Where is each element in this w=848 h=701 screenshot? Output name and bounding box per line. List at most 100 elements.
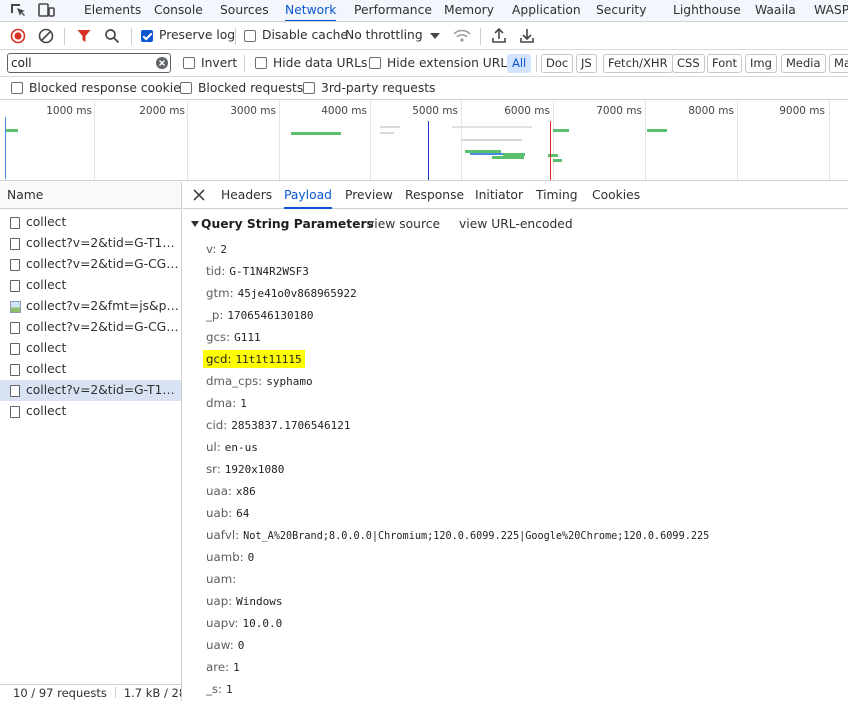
waterfall-bar [291, 132, 341, 135]
blocked-requests-checkbox[interactable] [180, 82, 192, 94]
tab-wasp[interactable]: WASP [814, 0, 848, 21]
filter-type-js[interactable]: JS [576, 54, 597, 73]
options-bar: Blocked response cookies Blocked request… [0, 77, 848, 100]
tab-sources[interactable]: Sources [220, 0, 269, 21]
blocked-requests-label[interactable]: Blocked requests [198, 81, 303, 95]
document-icon [10, 259, 20, 271]
view-source-link[interactable]: view source [367, 217, 440, 231]
clear-filter-icon[interactable] [155, 56, 169, 70]
third-party-requests-checkbox[interactable] [303, 82, 315, 94]
record-icon[interactable] [10, 28, 26, 44]
request-row[interactable]: collect [0, 401, 181, 422]
status-bar: 10 / 97 requests 1.7 kB / 28.8 kB [0, 684, 181, 701]
blocked-response-cookies-label[interactable]: Blocked response cookies [29, 81, 187, 95]
network-conditions-icon[interactable] [453, 28, 471, 44]
filter-input[interactable] [7, 53, 171, 73]
tab-application[interactable]: Application [512, 0, 581, 21]
tab-performance[interactable]: Performance [354, 0, 432, 21]
filter-type-fetch-xhr[interactable]: Fetch/XHR [603, 54, 673, 73]
request-row[interactable]: collect?v=2&tid=G-CGKC9SBT2E&gtm=45je41o… [0, 254, 181, 275]
hide-extension-urls-checkbox[interactable] [369, 57, 381, 69]
query-param: ul: en-us [206, 438, 258, 456]
view-url-encoded-link[interactable]: view URL-encoded [459, 217, 573, 231]
param-key: uam: [206, 572, 237, 586]
dom-content-loaded-line [428, 121, 429, 180]
tab-console[interactable]: Console [154, 0, 203, 21]
third-party-requests-label[interactable]: 3rd-party requests [321, 81, 435, 95]
tab-network[interactable]: Network [285, 0, 337, 21]
filter-icon[interactable] [76, 28, 92, 44]
filter-type-font[interactable]: Font [707, 54, 743, 73]
tab-lighthouse[interactable]: Lighthouse [673, 0, 741, 21]
clear-icon[interactable] [38, 28, 54, 44]
request-row[interactable]: collect?v=2&tid=G-CGKC9SBT2E&gtm=45je41o… [0, 317, 181, 338]
preserve-log-label[interactable]: Preserve log [159, 28, 235, 42]
hide-extension-urls-label[interactable]: Hide extension URLs [387, 56, 514, 70]
tab-initiator[interactable]: Initiator [475, 182, 523, 209]
invert-checkbox[interactable] [183, 57, 195, 69]
disable-cache-label[interactable]: Disable cache [262, 28, 348, 42]
search-icon[interactable] [104, 28, 120, 44]
param-key: dma: [206, 396, 237, 410]
tab-headers[interactable]: Headers [221, 182, 272, 209]
document-icon [10, 364, 20, 376]
inspect-element-icon[interactable] [9, 2, 27, 18]
filter-type-manifest[interactable]: Ma [829, 54, 848, 73]
filter-type-css[interactable]: CSS [672, 54, 705, 73]
query-string-section-toggle[interactable]: Query String Parameters [191, 217, 374, 231]
query-param: dma: 1 [206, 394, 247, 412]
param-key: tid: [206, 264, 226, 278]
hide-data-urls-label[interactable]: Hide data URLs [273, 56, 367, 70]
request-row[interactable]: collect [0, 359, 181, 380]
network-overview[interactable]: 1000 ms 2000 ms 3000 ms 4000 ms 5000 ms … [0, 101, 848, 181]
filter-type-all[interactable]: All [507, 54, 532, 73]
filter-type-doc[interactable]: Doc [541, 54, 574, 73]
tab-preview[interactable]: Preview [345, 182, 393, 209]
chevron-down-icon[interactable] [430, 33, 440, 40]
request-row[interactable]: collect [0, 212, 181, 233]
request-row[interactable]: collect [0, 275, 181, 296]
disable-cache-checkbox[interactable] [244, 30, 256, 42]
query-param: uaw: 0 [206, 636, 244, 654]
grid-line [645, 101, 646, 180]
waterfall-bar [492, 156, 524, 159]
tab-cookies[interactable]: Cookies [592, 182, 640, 209]
request-list: Name collect collect?v=2&tid=G-T1N4R2WSF… [0, 182, 182, 701]
request-name: collect?v=2&tid=G-T1N4R2WSF3&gtm=45je41o… [26, 383, 181, 397]
request-row[interactable]: collect?v=2&tid=G-T1N4R2WSF3&gtm=45je41o… [0, 233, 181, 254]
request-row[interactable]: collect [0, 338, 181, 359]
tab-waaila[interactable]: Waaila [755, 0, 796, 21]
tab-memory[interactable]: Memory [444, 0, 494, 21]
tab-payload[interactable]: Payload [284, 182, 332, 209]
grid-line [94, 101, 95, 180]
waterfall-bar [5, 117, 6, 179]
preserve-log-checkbox[interactable] [141, 30, 153, 42]
tab-security[interactable]: Security [596, 0, 647, 21]
param-value: 0 [237, 639, 245, 652]
close-icon[interactable] [192, 188, 206, 202]
param-key: uap: [206, 594, 233, 608]
request-row-selected[interactable]: collect?v=2&tid=G-T1N4R2WSF3&gtm=45je41o… [0, 380, 181, 401]
invert-label[interactable]: Invert [201, 56, 237, 70]
import-har-icon[interactable] [491, 27, 507, 44]
document-icon [10, 217, 20, 229]
grid-line [279, 101, 280, 180]
blocked-response-cookies-checkbox[interactable] [11, 82, 23, 94]
tab-elements[interactable]: Elements [84, 0, 141, 21]
hide-data-urls-checkbox[interactable] [255, 57, 267, 69]
filter-type-img[interactable]: Img [745, 54, 777, 73]
param-key: are: [206, 660, 230, 674]
param-value: G111 [234, 331, 261, 344]
tick-label: 9000 ms [779, 105, 825, 117]
name-column-header[interactable]: Name [0, 182, 181, 209]
query-param: uapv: 10.0.0 [206, 614, 282, 632]
device-toolbar-icon[interactable] [37, 2, 55, 18]
throttling-select[interactable]: No throttling [345, 28, 423, 42]
request-row[interactable]: collect?v=2&fmt=js&pid=123456 [0, 296, 181, 317]
param-value: syphamo [266, 375, 313, 388]
tab-response[interactable]: Response [405, 182, 464, 209]
filter-type-media[interactable]: Media [781, 54, 826, 73]
request-name: collect?v=2&fmt=js&pid=123456 [26, 299, 181, 313]
export-har-icon[interactable] [519, 27, 535, 44]
tab-timing[interactable]: Timing [536, 182, 578, 209]
